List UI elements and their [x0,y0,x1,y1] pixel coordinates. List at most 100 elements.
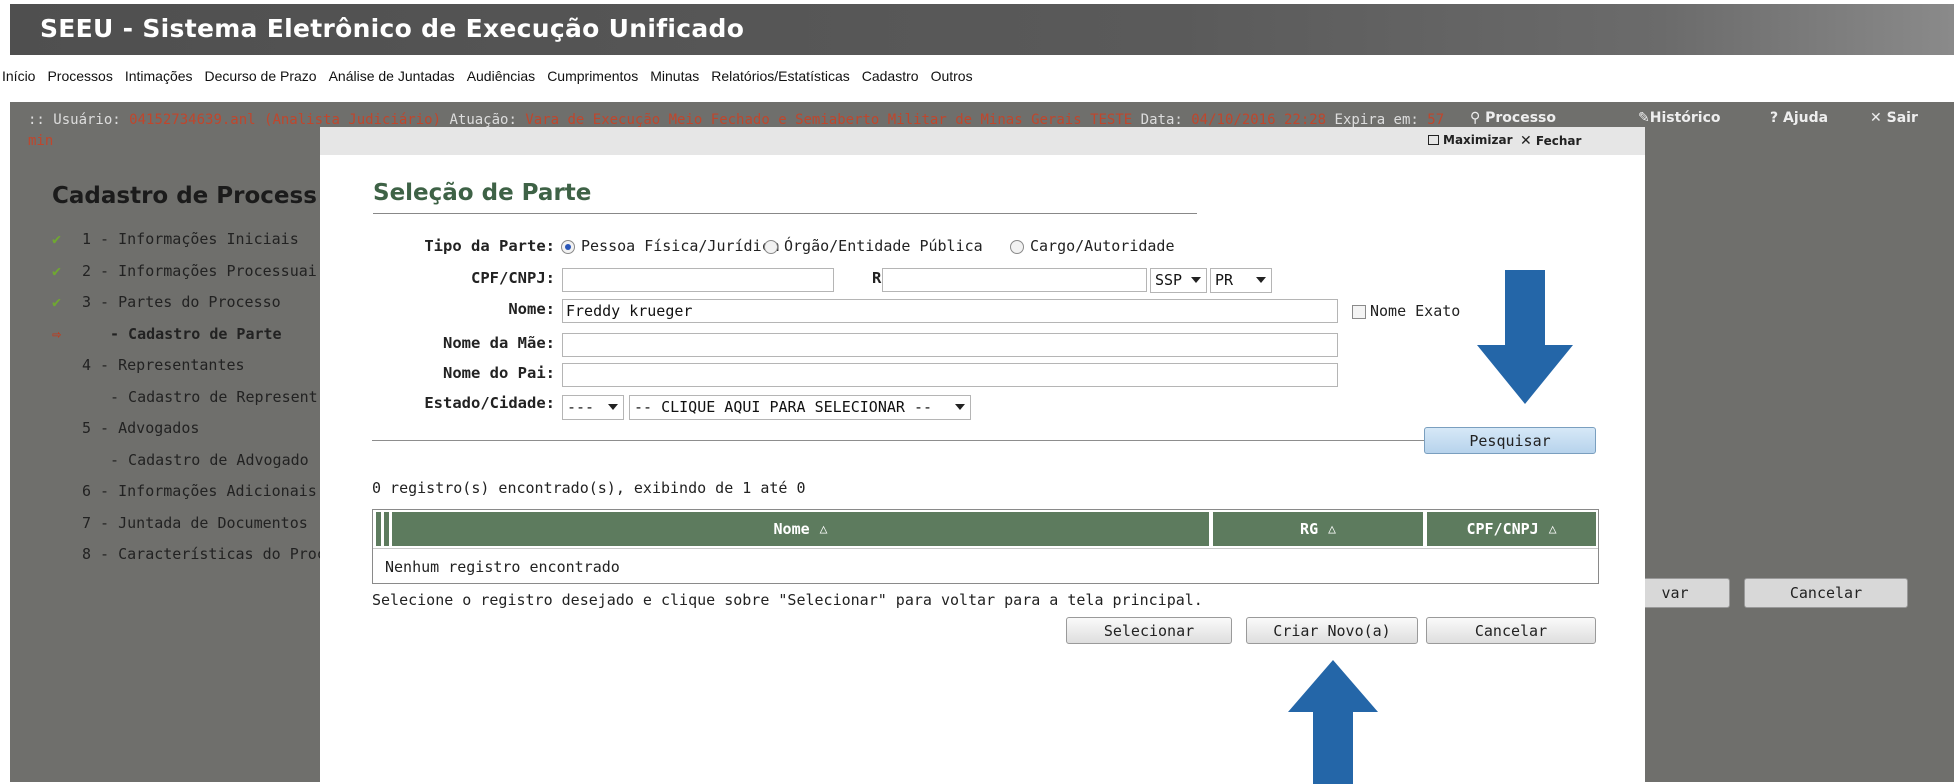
column-grip [376,512,381,546]
radio-pessoa-fisica-label: Pessoa Física/Jurídica [581,237,780,255]
historico-link[interactable]: ✎Histórico [1638,110,1721,126]
menu-item-1[interactable]: Processos [47,68,112,84]
wizard-step[interactable]: 7 - Juntada de Documentos [52,514,335,546]
sair-link[interactable]: ✕ Sair [1870,110,1918,126]
cidade-select[interactable]: -- CLIQUE AQUI PARA SELECIONAR -- [629,395,971,420]
question-icon: ? [1770,110,1779,126]
expira-unit: min [28,133,54,149]
main-menu: Início Processos Intimações Decurso de Praz… [0,63,1954,89]
menu-item-10[interactable]: Outros [931,68,973,84]
radio-cargo-autoridade-label: Cargo/Autoridade [1030,237,1175,255]
expira-value: 57 [1427,112,1445,128]
check-icon: ✔ [52,261,62,280]
cancelar-button-background[interactable]: Cancelar [1744,578,1908,608]
menu-item-9[interactable]: Cadastro [862,68,919,84]
annotation-arrow-up [1288,660,1378,784]
wizard-step[interactable]: ✔ 1 - Informações Iniciais [52,230,335,262]
column-header-rg[interactable]: RG △ [1213,512,1423,546]
nome-pai-input[interactable] [562,363,1338,387]
row-divider [373,548,1598,549]
search-divider [372,440,1476,441]
rg-uf-select[interactable]: PR [1210,268,1272,293]
table-header: Nome △ RG △ CPF/CNPJ △ [373,510,1598,548]
maximize-icon [1428,135,1439,145]
app-title-bar: SEEU - Sistema Eletrônico de Execução Un… [10,4,1954,55]
nome-mae-label: Nome da Mãe: [443,334,555,352]
check-icon: ✔ [52,230,62,248]
radio-orgao-publico-label: Órgão/Entidade Pública [784,237,983,255]
menu-item-5[interactable]: Audiências [467,68,536,84]
menu-item-2[interactable]: Intimações [125,68,193,84]
chevron-down-icon [1191,277,1201,283]
fechar-button[interactable]: ✕ Fechar [1520,133,1581,149]
tipo-parte-label: Tipo da Parte: [424,237,555,255]
close-icon: ✕ [1520,133,1532,149]
close-icon: ✕ [1870,110,1882,126]
radio-pessoa-fisica[interactable] [561,240,575,254]
wizard-step-label: - Cadastro de Represent [110,387,318,406]
nome-exato-label: Nome Exato [1370,302,1461,320]
menu-item-3[interactable]: Decurso de Prazo [205,68,317,84]
cpf-label: CPF/CNPJ: [471,269,555,287]
wizard-step-label: 8 - Características do Proce [82,545,335,563]
cpf-input[interactable] [562,268,834,292]
maximizar-button[interactable]: Maximizar [1428,133,1513,147]
dialog-title: Seleção de Parte [373,180,592,206]
wizard-step[interactable]: 5 - Advogados [52,419,335,451]
wizard-step[interactable]: 8 - Características do Proce [52,545,335,577]
selecao-parte-dialog: Maximizar ✕ Fechar Seleção de Parte Tipo… [320,127,1645,784]
nome-mae-input[interactable] [562,333,1338,357]
cancelar-button[interactable]: Cancelar [1426,617,1596,644]
column-grip [384,512,389,546]
processo-link[interactable]: ⚲ Processo [1470,110,1556,126]
wizard-step-label: 5 - Advogados [82,419,200,437]
menu-item-4[interactable]: Análise de Juntadas [329,68,455,84]
nome-input[interactable]: Freddy krueger [562,299,1338,323]
title-divider [373,213,1197,214]
atuacao-value: Vara de Execução Meio Fechado e Semiaber… [525,112,1133,128]
wizard-step-label: - Cadastro de Parte [110,324,282,343]
criar-novo-button[interactable]: Criar Novo(a) [1246,617,1418,644]
sort-icon: △ [1548,521,1557,537]
wizard-step[interactable]: - Cadastro de Advogado [52,451,335,483]
selection-hint: Selecione o registro desejado e clique s… [372,591,1203,609]
atuacao-label: Atuação: [449,112,517,128]
nome-exato-checkbox[interactable] [1352,305,1366,319]
wizard-step-label: 2 - Informações Processuai [82,261,317,280]
wizard-steps: ✔ 1 - Informações Iniciais ✔ 2 - Informaçõe… [52,230,335,577]
column-header-nome[interactable]: Nome △ [392,512,1209,546]
menu-item-6[interactable]: Cumprimentos [547,68,638,84]
data-value: 04/10/2016 22:28 [1191,112,1327,128]
column-header-cpf[interactable]: CPF/CNPJ △ [1427,512,1596,546]
wizard-step[interactable]: ✔ 3 - Partes do Processo [52,293,335,325]
radio-cargo-autoridade[interactable] [1010,240,1024,254]
chevron-down-icon [608,404,618,410]
wizard-step-label: 4 - Representantes [82,356,245,374]
menu-item-8[interactable]: Relatórios/Estatísticas [711,68,850,84]
estado-cidade-label: Estado/Cidade: [424,394,555,412]
wizard-step[interactable]: ⇨ - Cadastro de Parte [52,325,335,357]
rg-input[interactable] [882,268,1147,292]
sort-icon: △ [1328,521,1336,537]
wizard-step[interactable]: 6 - Informações Adicionais [52,482,335,514]
wizard-step-label: 1 - Informações Iniciais [82,230,299,248]
wizard-step[interactable]: - Cadastro de Represent [52,388,335,420]
empty-row-message: Nenhum registro encontrado [385,558,620,576]
wizard-step[interactable]: ✔ 2 - Informações Processuai [52,262,335,294]
nome-label: Nome: [508,300,555,318]
rg-orgao-select[interactable]: SSP [1150,268,1207,293]
estado-select[interactable]: --- [562,395,624,420]
expira-label: Expira em: [1334,112,1419,128]
chevron-down-icon [1256,277,1266,283]
selecionar-button[interactable]: Selecionar [1066,617,1232,644]
wizard-step[interactable]: 4 - Representantes [52,356,335,388]
ajuda-link[interactable]: ? Ajuda [1770,110,1828,126]
wizard-step-label: 7 - Juntada de Documentos [82,513,308,532]
menu-item-0[interactable]: Início [2,68,35,84]
nome-pai-label: Nome do Pai: [443,364,555,382]
user-prefix: :: Usuário: [28,112,121,128]
menu-item-7[interactable]: Minutas [650,68,699,84]
radio-orgao-publico[interactable] [764,240,778,254]
pencil-icon: ✎ [1638,110,1650,126]
pesquisar-button[interactable]: Pesquisar [1424,427,1596,454]
